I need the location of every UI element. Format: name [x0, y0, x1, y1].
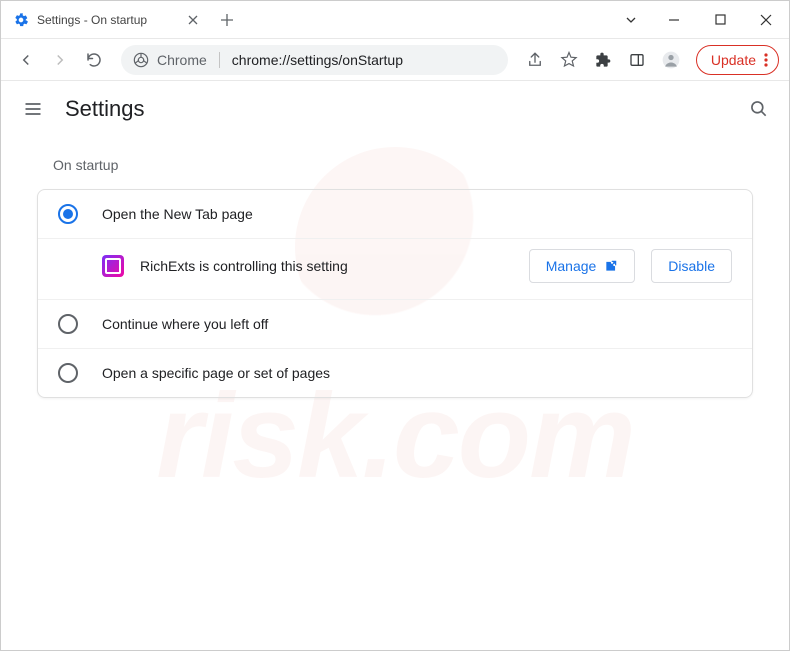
- update-label: Update: [711, 52, 756, 68]
- extension-controller: RichExts is controlling this setting Man…: [38, 239, 752, 300]
- option-label: Open the New Tab page: [102, 206, 253, 222]
- tab-title: Settings - On startup: [37, 13, 177, 27]
- option-label: Open a specific page or set of pages: [102, 365, 330, 381]
- radio-unselected[interactable]: [58, 314, 78, 334]
- option-label: Continue where you left off: [102, 316, 268, 332]
- controller-message: RichExts is controlling this setting: [140, 258, 513, 274]
- menu-icon[interactable]: [21, 97, 45, 121]
- option-continue[interactable]: Continue where you left off: [38, 300, 752, 349]
- option-new-tab[interactable]: Open the New Tab page: [38, 190, 752, 239]
- bookmark-icon[interactable]: [554, 45, 584, 75]
- browser-tab[interactable]: Settings - On startup: [1, 1, 211, 38]
- gear-icon: [13, 12, 29, 28]
- reload-button[interactable]: [79, 45, 109, 75]
- separator: [219, 52, 220, 68]
- forward-button[interactable]: [45, 45, 75, 75]
- maximize-button[interactable]: [697, 1, 743, 38]
- extension-icon: [102, 255, 124, 277]
- chevron-down-icon[interactable]: [611, 1, 651, 38]
- disable-button[interactable]: Disable: [651, 249, 732, 283]
- minimize-button[interactable]: [651, 1, 697, 38]
- manage-button[interactable]: Manage: [529, 249, 636, 283]
- disable-label: Disable: [668, 258, 715, 274]
- more-icon: [764, 53, 768, 67]
- toolbar: Chrome chrome://settings/onStartup Updat…: [1, 39, 789, 81]
- address-bar[interactable]: Chrome chrome://settings/onStartup: [121, 45, 508, 75]
- chrome-icon: [133, 52, 149, 68]
- window-controls: [611, 1, 789, 38]
- url-origin: Chrome: [157, 52, 207, 68]
- page-title: Settings: [65, 96, 145, 122]
- option-specific-pages[interactable]: Open a specific page or set of pages: [38, 349, 752, 397]
- radio-selected[interactable]: [58, 204, 78, 224]
- close-button[interactable]: [743, 1, 789, 38]
- titlebar: Settings - On startup: [1, 1, 789, 39]
- new-tab-button[interactable]: [211, 1, 243, 38]
- sidepanel-icon[interactable]: [622, 45, 652, 75]
- extensions-icon[interactable]: [588, 45, 618, 75]
- external-link-icon: [604, 259, 618, 273]
- back-button[interactable]: [11, 45, 41, 75]
- close-icon[interactable]: [185, 12, 201, 28]
- search-icon[interactable]: [749, 99, 769, 119]
- update-button[interactable]: Update: [696, 45, 779, 75]
- url-path: chrome://settings/onStartup: [232, 52, 403, 68]
- app-header: Settings: [1, 81, 789, 137]
- manage-label: Manage: [546, 258, 597, 274]
- section-title: On startup: [53, 157, 753, 173]
- share-icon[interactable]: [520, 45, 550, 75]
- profile-icon[interactable]: [656, 45, 686, 75]
- content: On startup Open the New Tab page RichExt…: [1, 137, 789, 418]
- startup-card: Open the New Tab page RichExts is contro…: [37, 189, 753, 398]
- radio-unselected[interactable]: [58, 363, 78, 383]
